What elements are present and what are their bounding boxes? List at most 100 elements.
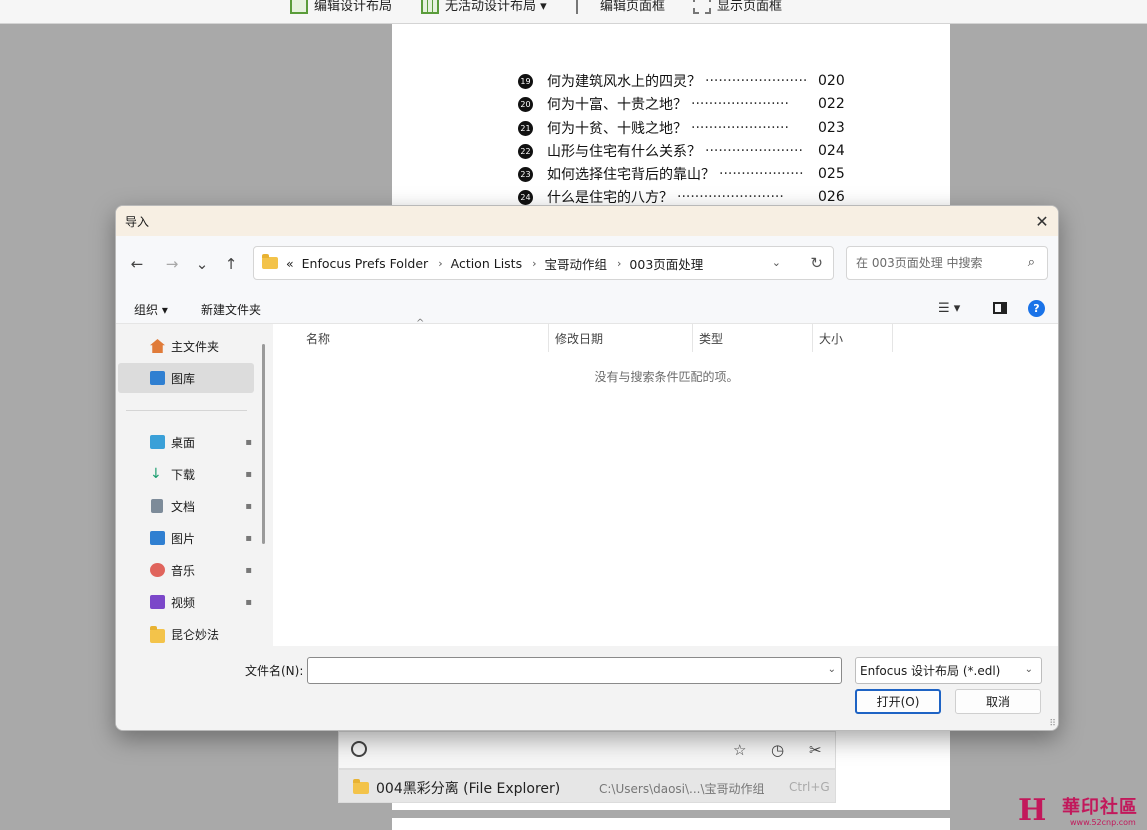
sidebar-scrollbar[interactable] (262, 344, 265, 544)
file-list: ^ 名称 修改日期 类型 大小 没有与搜索条件匹配的项。 (273, 318, 1058, 646)
help-icon[interactable]: ? (1028, 300, 1045, 317)
pictures-icon (150, 531, 165, 545)
pin-icon[interactable]: ▪ (245, 469, 252, 480)
toc-dots: ······················ (705, 143, 803, 159)
pin-icon[interactable]: ▪ (245, 533, 252, 544)
breadcrumb-overflow[interactable]: « (286, 256, 294, 271)
refresh-icon[interactable]: ↻ (810, 254, 823, 272)
app-toolbar: 编辑设计布局 无活动设计布局 ▾ 编辑页面框 显示页面框 (0, 0, 1147, 24)
search-icon[interactable] (351, 741, 367, 757)
toc-row: 23 如何选择住宅背后的靠山？ ··················· 025 (518, 164, 845, 184)
toc-row: 20 何为十富、十贵之地？ ······················ 022 (518, 94, 845, 114)
filename-input[interactable] (308, 658, 818, 683)
column-header-modified[interactable]: 修改日期 (549, 324, 693, 352)
toc-row: 21 何为十贫、十贱之地？ ······················ 023 (518, 118, 845, 138)
toc-number: 24 (518, 189, 533, 205)
toc-title: 如何选择住宅背后的靠山？ (547, 167, 715, 183)
document-icon (151, 499, 163, 513)
forward-button[interactable]: → (161, 253, 183, 275)
chevron-right-icon[interactable]: › (532, 257, 536, 270)
breadcrumb-item[interactable]: Action Lists (451, 256, 522, 271)
gallery-icon (150, 371, 165, 385)
toc-title: 什么是住宅的八方？ (547, 190, 673, 206)
filename-combobox: ⌄ (307, 657, 842, 684)
video-icon (150, 595, 165, 609)
desktop-icon (150, 435, 165, 449)
column-header-name[interactable]: 名称 (300, 324, 549, 352)
recent-locations-button[interactable]: ⌄ (191, 253, 213, 275)
chevron-right-icon[interactable]: › (617, 257, 621, 270)
breadcrumb-item[interactable]: 宝哥动作组 (545, 254, 608, 273)
toc-row: 22 山形与住宅有什么关系？ ······················ 02… (518, 141, 845, 161)
chevron-down-icon[interactable]: ⌄ (828, 664, 836, 675)
up-button[interactable]: ↑ (220, 253, 242, 275)
toc-dots: ······················ (691, 96, 789, 112)
back-button[interactable]: ← (126, 253, 148, 275)
toc-number: 22 (518, 143, 533, 159)
view-options-button[interactable]: ☰ ▾ (938, 301, 960, 316)
sidebar-item-pictures[interactable]: 图片 ▪ (118, 523, 254, 553)
star-icon[interactable]: ☆ (733, 741, 746, 759)
toc-title: 何为十贫、十贱之地？ (547, 121, 687, 137)
filename-label: 文件名(N): (245, 664, 304, 678)
sidebar-item-folder[interactable]: 昆仑妙法 (118, 619, 254, 649)
close-button[interactable]: ✕ (1026, 206, 1058, 236)
toc-dots: ······················ (691, 120, 789, 136)
filetype-select[interactable]: Enfocus 设计布局 (*.edl) ⌄ (855, 657, 1042, 684)
navigation-pane: 主文件夹 图库 桌面 ▪ ↓ 下载 ▪ 文档 ▪ 图片 ▪ 音乐 ▪ 视频 ▪ … (116, 324, 272, 646)
dialog-title: 导入 (125, 215, 150, 229)
sidebar-item-home[interactable]: 主文件夹 (118, 331, 254, 361)
breadcrumb-item[interactable]: 003页面处理 (629, 254, 703, 273)
dialog-title-bar[interactable]: 导入 ✕ (116, 206, 1058, 236)
edit-page-box-button[interactable]: 编辑页面框 (576, 0, 665, 14)
download-icon: ↓ (150, 466, 162, 482)
music-icon (150, 563, 165, 577)
tools-icon[interactable]: ✂ (809, 741, 822, 759)
sidebar-item-music[interactable]: 音乐 ▪ (118, 555, 254, 585)
toc-page: 024 (818, 143, 845, 159)
toc-page: 026 (818, 189, 845, 205)
chevron-down-icon[interactable]: ⌄ (772, 256, 781, 269)
sidebar-item-gallery[interactable]: 图库 (118, 363, 254, 393)
preview-pane-icon[interactable] (993, 302, 1007, 314)
pin-icon[interactable]: ▪ (245, 565, 252, 576)
chevron-right-icon[interactable]: › (438, 257, 442, 270)
column-header-size[interactable]: 大小 (813, 324, 893, 352)
pin-icon[interactable]: ▪ (245, 501, 252, 512)
address-bar[interactable]: « Enfocus Prefs Folder › Action Lists › … (253, 246, 834, 280)
toc-title: 何为十富、十贵之地？ (547, 97, 687, 113)
result-path: C:\Users\daosi\...\宝哥动作组 (599, 782, 765, 796)
breadcrumb-item[interactable]: Enfocus Prefs Folder (302, 256, 429, 271)
sidebar-item-desktop[interactable]: 桌面 ▪ (118, 427, 254, 457)
show-page-box-button[interactable]: 显示页面框 (693, 0, 782, 14)
cancel-button[interactable]: 取消 (955, 689, 1041, 714)
toc-page: 022 (818, 96, 845, 112)
resize-grip-icon[interactable]: ⠿ (1049, 719, 1056, 729)
watermark-text: 華印社區 (1062, 797, 1138, 818)
pin-icon[interactable]: ▪ (245, 597, 252, 608)
sidebar-item-videos[interactable]: 视频 ▪ (118, 587, 254, 617)
organize-button[interactable]: 组织 ▾ (134, 301, 168, 318)
search-box: ⌕ (846, 246, 1048, 280)
search-input[interactable] (856, 256, 1016, 270)
toc-number: 21 (518, 120, 533, 136)
sidebar-item-documents[interactable]: 文档 ▪ (118, 491, 254, 521)
sidebar-item-downloads[interactable]: ↓ 下载 ▪ (118, 459, 254, 489)
watermark: H 華印社區 www.52cnp.com (1014, 791, 1147, 830)
column-header-type[interactable]: 类型 (693, 324, 813, 352)
pin-icon[interactable]: ▪ (245, 437, 252, 448)
chevron-down-icon: ⌄ (1024, 664, 1033, 675)
open-button[interactable]: 打开(O) (855, 689, 941, 714)
no-active-layout-dropdown[interactable]: 无活动设计布局 ▾ (421, 0, 547, 14)
history-icon[interactable]: ◷ (771, 741, 784, 759)
watermark-url: www.52cnp.com (1070, 818, 1136, 827)
new-folder-button[interactable]: 新建文件夹 (201, 301, 261, 318)
empty-message: 没有与搜索条件匹配的项。 (594, 370, 739, 384)
edit-layout-button[interactable]: 编辑设计布局 (290, 0, 392, 14)
search-icon[interactable]: ⌕ (1028, 255, 1035, 270)
layout-edit-icon (290, 0, 308, 14)
command-bar: 组织 ▾ 新建文件夹 ☰ ▾ ? (116, 294, 1058, 324)
toc-title: 何为建筑风水上的四灵？ (547, 74, 701, 90)
quick-open-result[interactable]: 004黑彩分离 (File Explorer) C:\Users\daosi\.… (338, 769, 836, 803)
toc-page: 020 (818, 73, 845, 89)
